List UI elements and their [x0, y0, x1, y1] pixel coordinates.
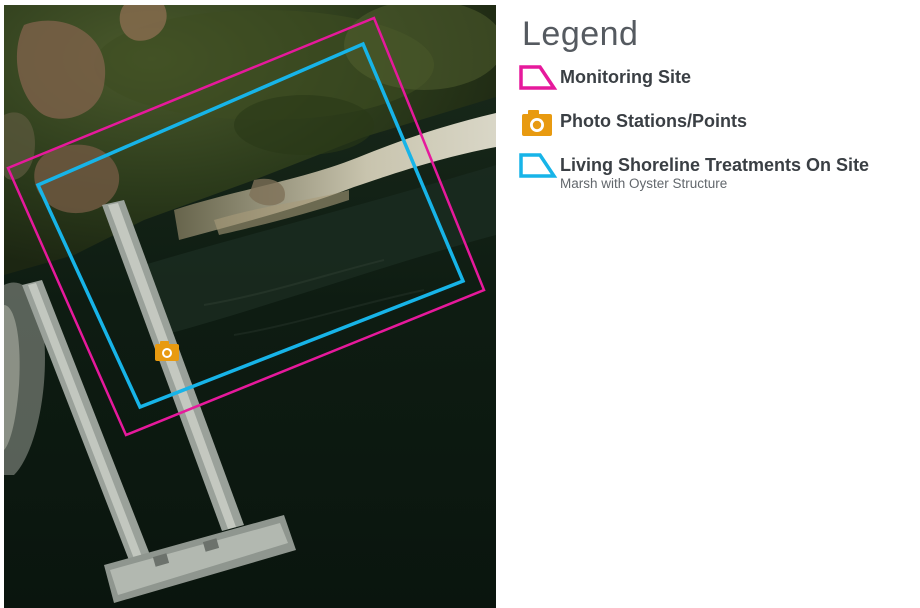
legend-title: Legend [522, 15, 639, 53]
legend-panel: Legend Monitoring Site Photo Stations/Po… [518, 14, 918, 202]
photo-station-camera-icon[interactable] [155, 341, 179, 361]
polygon-outline-icon [519, 65, 558, 90]
camera-icon [522, 110, 552, 136]
legend-label: Monitoring Site [560, 67, 691, 87]
legend-label: Living Shoreline Treatments On Site [560, 155, 870, 175]
legend-item-living-shoreline: Living Shoreline Treatments On Site Mars… [518, 150, 918, 192]
legend-item-monitoring-site: Monitoring Site [518, 62, 918, 96]
satellite-imagery [4, 5, 496, 608]
legend-item-photo-stations: Photo Stations/Points [518, 106, 918, 140]
legend-label: Photo Stations/Points [560, 111, 747, 131]
polygon-outline-icon [519, 153, 558, 178]
legend-sublabel: Marsh with Oyster Structure [560, 176, 728, 191]
map-view[interactable] [4, 5, 496, 608]
